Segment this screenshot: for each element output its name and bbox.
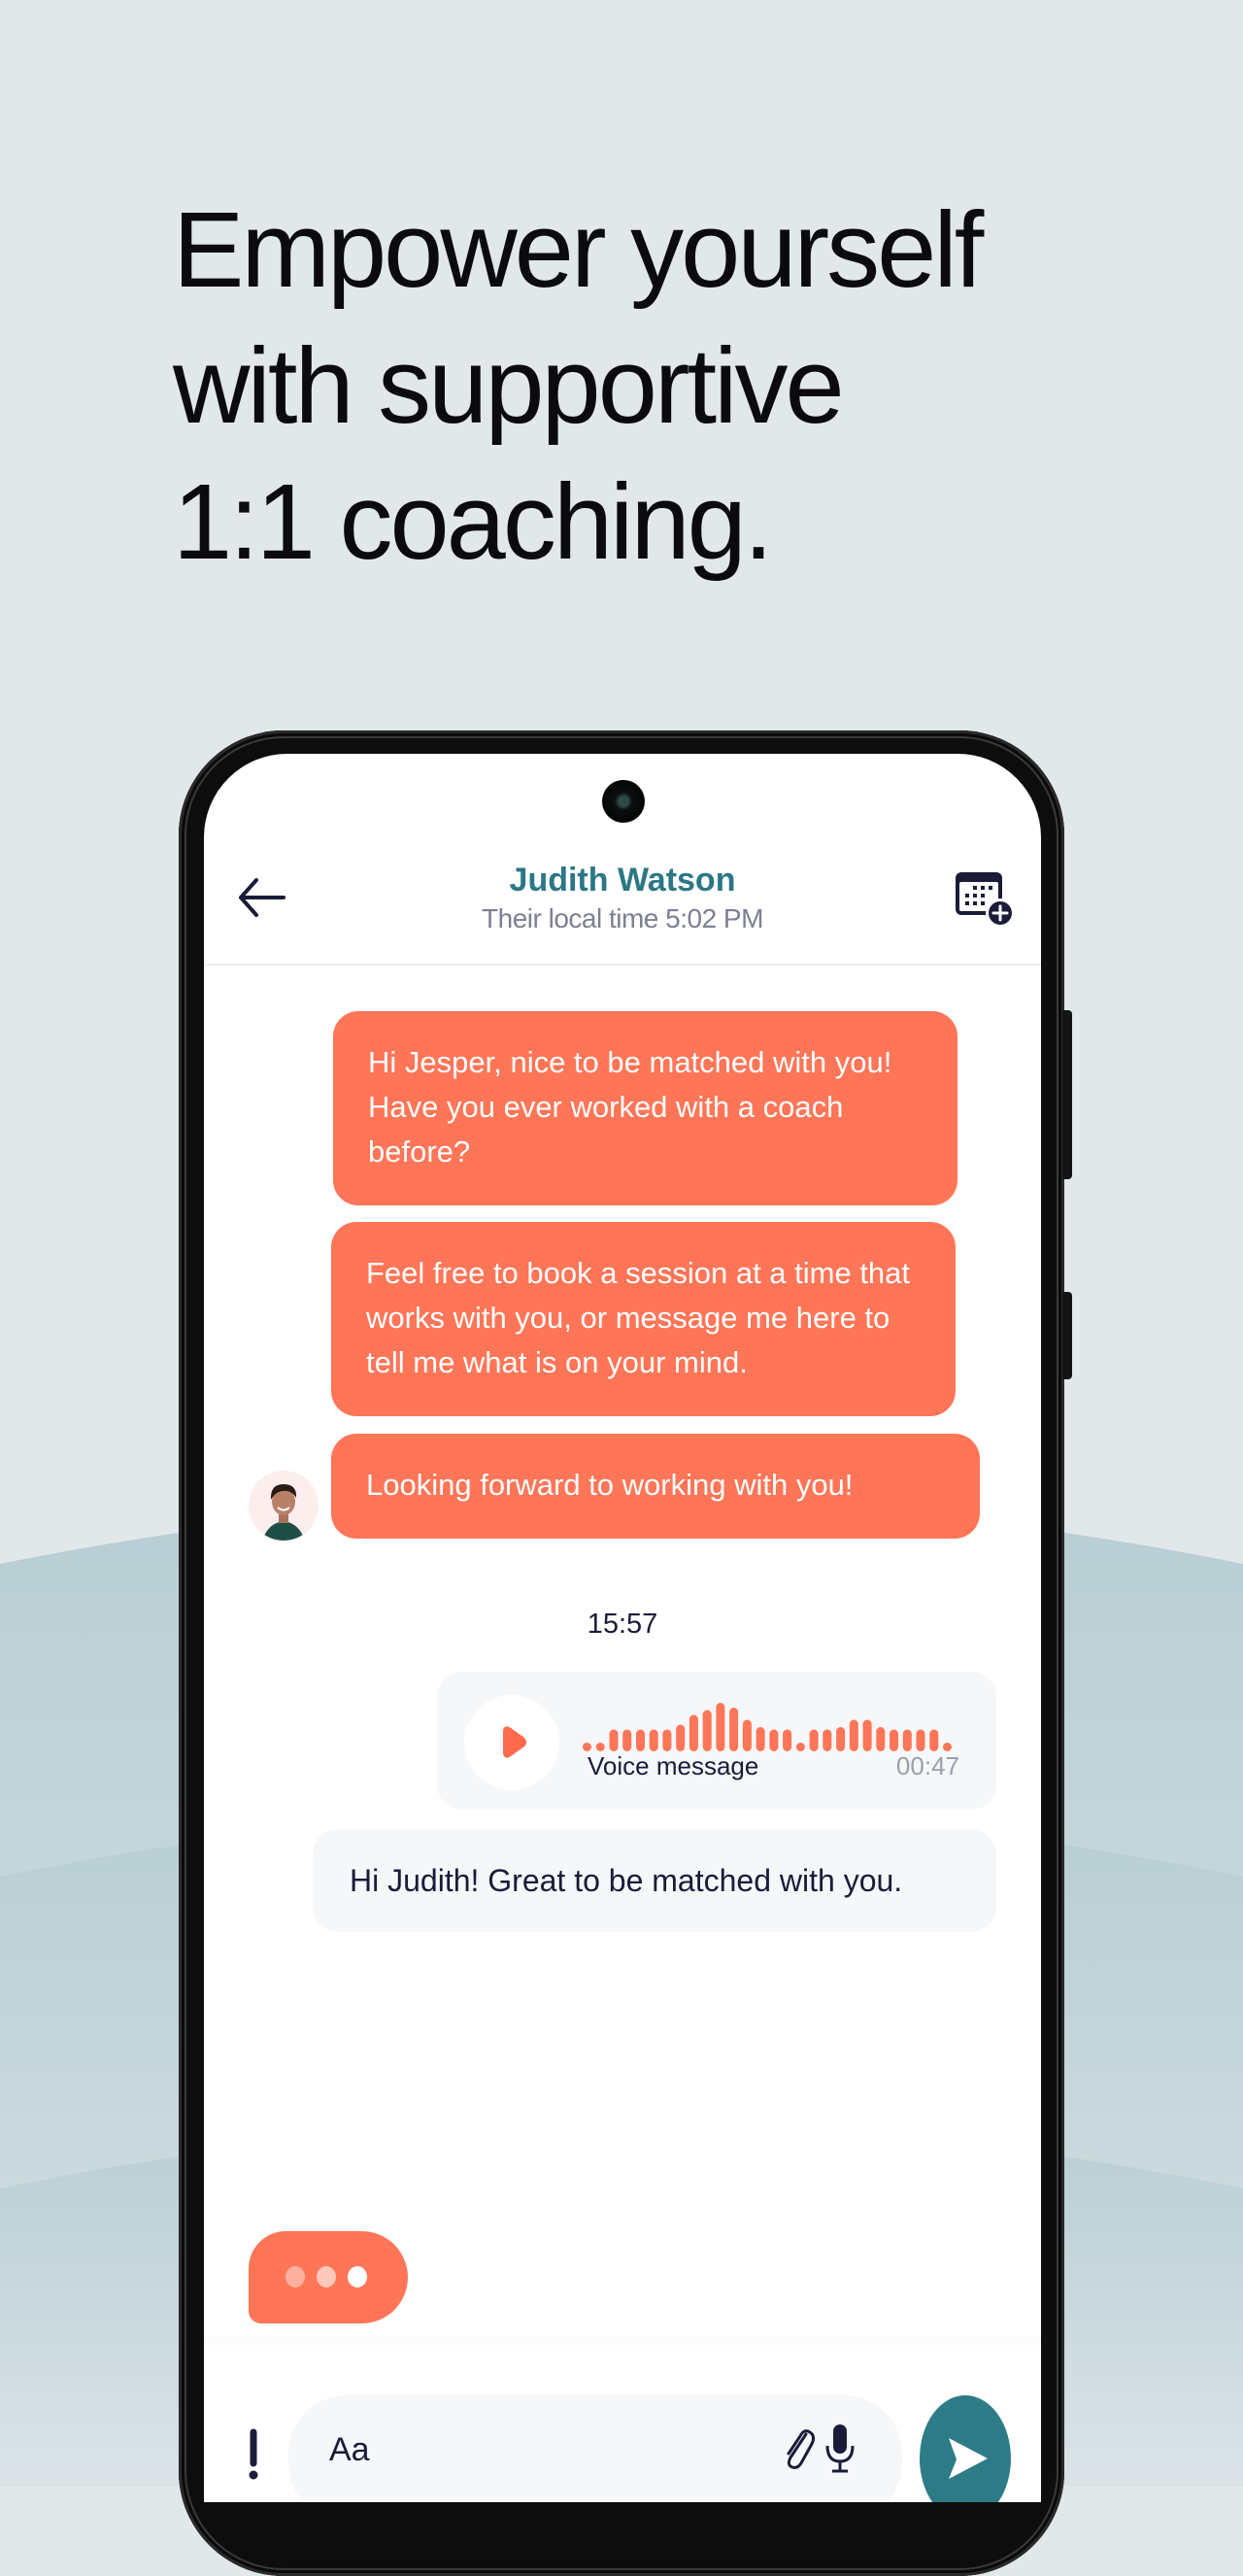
waveform-bar <box>823 1729 832 1751</box>
coach-message-bubble: Feel free to book a session at a time th… <box>331 1222 956 1416</box>
waveform-bar <box>929 1729 939 1751</box>
waveform-bar <box>595 1743 605 1751</box>
calendar-plus-icon <box>956 872 1015 928</box>
coach-local-time: Their local time 5:02 PM <box>482 903 763 933</box>
voice-record-button[interactable] <box>823 2421 857 2477</box>
play-icon <box>503 1726 526 1758</box>
coach-message-bubble: Hi Jesper, nice to be matched with you! … <box>333 1011 957 1205</box>
waveform-bar <box>769 1729 779 1751</box>
waveform-bar <box>943 1743 952 1751</box>
waveform-bar <box>809 1729 819 1751</box>
chat-title: Judith Watson Their local time 5:02 PM <box>204 859 1041 936</box>
book-session-button[interactable] <box>952 866 1016 931</box>
waveform-bar <box>836 1727 846 1751</box>
typing-indicator <box>249 2231 408 2323</box>
user-message-bubble: Hi Judith! Great to be matched with you. <box>313 1829 996 1932</box>
phone-power-button <box>1062 1292 1072 1379</box>
waveform-bar <box>622 1729 632 1751</box>
waveform-bar <box>876 1727 886 1751</box>
waveform-bar <box>702 1710 712 1751</box>
waveform-bar <box>636 1729 645 1751</box>
waveform-bar <box>609 1729 619 1751</box>
coach-avatar <box>249 1471 319 1541</box>
paperclip-icon <box>787 2429 816 2469</box>
exclamation-icon <box>249 2428 258 2480</box>
attach-button[interactable] <box>779 2424 818 2473</box>
waveform-bar <box>649 1729 658 1751</box>
voice-waveform[interactable] <box>583 1697 952 1755</box>
voice-message: Voice message 00:47 <box>437 1672 996 1810</box>
phone-volume-button <box>1062 1010 1072 1179</box>
waveform-bar <box>862 1719 872 1751</box>
coach-avatar-image <box>249 1471 319 1541</box>
waveform-bar <box>795 1743 805 1751</box>
waveform-bar <box>902 1729 912 1751</box>
voice-message-duration: 00:47 <box>895 1751 959 1780</box>
waveform-bar <box>890 1729 898 1751</box>
play-voice-button[interactable] <box>464 1695 559 1790</box>
headline: Empower yourself with supportive 1:1 coa… <box>173 183 1144 591</box>
waveform-bar <box>689 1714 698 1751</box>
waveform-bar <box>916 1729 925 1751</box>
microphone-icon <box>825 2424 855 2473</box>
coach-name: Judith Watson <box>509 862 736 898</box>
front-camera <box>602 780 645 823</box>
waveform-bar <box>583 1743 591 1751</box>
waveform-bar <box>676 1724 686 1751</box>
waveform-bar <box>783 1729 792 1751</box>
headline-line: Empower yourself <box>173 190 984 310</box>
message-input[interactable] <box>327 2424 739 2475</box>
coach-message-bubble: Looking forward to working with you! <box>331 1434 980 1539</box>
phone-screen: Judith Watson Their local time 5:02 PM H… <box>204 754 1041 2502</box>
composer-divider <box>204 2337 1041 2355</box>
waveform-bar <box>849 1719 858 1751</box>
headline-line: 1:1 coaching. <box>173 462 773 582</box>
waveform-bar <box>756 1727 765 1751</box>
report-button[interactable] <box>239 2424 268 2483</box>
typing-dot <box>317 2266 336 2288</box>
message-timestamp: 15:57 <box>587 1609 658 1640</box>
typing-dot <box>348 2266 367 2288</box>
voice-message-label: Voice message <box>588 1751 759 1780</box>
typing-dot <box>286 2266 305 2288</box>
waveform-bar <box>662 1729 672 1751</box>
waveform-bar <box>729 1708 739 1751</box>
waveform-bar <box>716 1703 725 1751</box>
headline-line: with supportive <box>173 326 845 446</box>
chat-header: Judith Watson Their local time 5:02 PM <box>204 847 1041 966</box>
waveform-bar <box>742 1719 752 1751</box>
